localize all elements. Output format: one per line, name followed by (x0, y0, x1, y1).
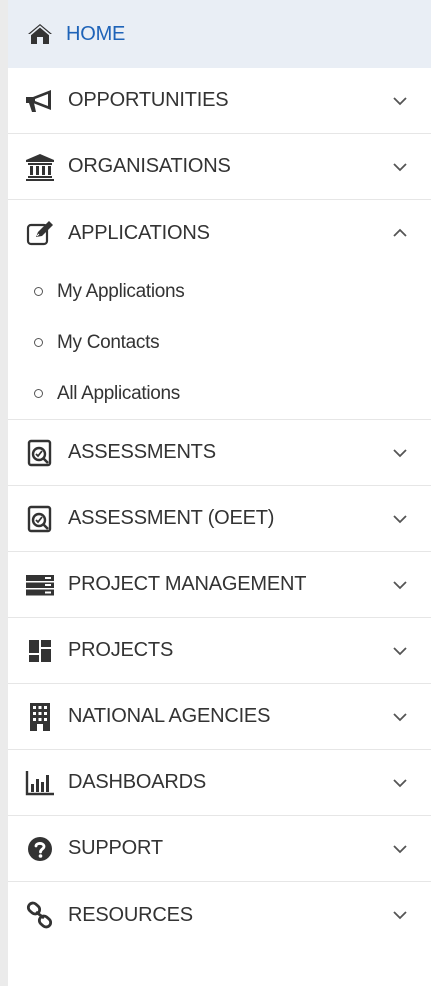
sidebar-item-label: PROJECTS (68, 639, 174, 661)
chevron-down-icon (393, 778, 407, 787)
sidebar-item-label: RESOURCES (68, 903, 193, 926)
submenu-item-my-contacts[interactable]: My Contacts (8, 317, 431, 368)
sidebar-item-label: OPPORTUNITIES (68, 89, 229, 111)
circle-bullet-icon (34, 287, 43, 296)
chevron-down-icon (393, 844, 407, 853)
sidebar-item-label: ASSESSMENTS (68, 441, 216, 463)
submenu-item-label: All Applications (57, 382, 180, 404)
document-search-icon (24, 503, 56, 535)
sidebar-item-dashboards[interactable]: DASHBOARDS (8, 750, 431, 816)
chevron-down-icon (393, 646, 407, 655)
circle-bullet-icon (34, 338, 43, 347)
sidebar-item-label: DASHBOARDS (68, 771, 207, 793)
chevron-down-icon (393, 580, 407, 589)
submenu-item-label: My Applications (57, 280, 185, 302)
server-icon (24, 569, 56, 601)
chevron-down-icon (393, 448, 407, 457)
chevron-down-icon (393, 514, 407, 523)
megaphone-icon (24, 85, 56, 117)
sidebar-item-label: SUPPORT (68, 837, 163, 859)
circle-bullet-icon (34, 389, 43, 398)
sidebar: HOME OPPORTUNITIES ORGANISATIONS APPLICA… (0, 0, 431, 986)
chevron-down-icon (393, 911, 407, 920)
sidebar-item-home[interactable]: HOME (8, 0, 431, 68)
link-icon (24, 899, 56, 931)
sidebar-item-opportunities[interactable]: OPPORTUNITIES (8, 68, 431, 134)
chevron-down-icon (393, 712, 407, 721)
applications-submenu: My Applications My Contacts All Applicat… (8, 266, 431, 420)
sidebar-item-label: ORGANISATIONS (68, 155, 231, 177)
submenu-item-my-applications[interactable]: My Applications (8, 266, 431, 317)
document-search-icon (24, 437, 56, 469)
sidebar-item-organisations[interactable]: ORGANISATIONS (8, 134, 431, 200)
sidebar-item-assessments[interactable]: ASSESSMENTS (8, 420, 431, 486)
sidebar-item-assessment-oeet[interactable]: ASSESSMENT (OEET) (8, 486, 431, 552)
bar-chart-icon (24, 767, 56, 799)
sidebar-item-project-management[interactable]: PROJECT MANAGEMENT (8, 552, 431, 618)
question-circle-icon (24, 833, 56, 865)
chevron-up-icon (393, 228, 407, 237)
sidebar-menu: HOME OPPORTUNITIES ORGANISATIONS APPLICA… (8, 0, 431, 948)
chevron-down-icon (393, 96, 407, 105)
edit-icon (24, 217, 56, 249)
sidebar-edge (0, 0, 8, 986)
bank-icon (24, 151, 56, 183)
sidebar-item-support[interactable]: SUPPORT (8, 816, 431, 882)
chevron-down-icon (393, 162, 407, 171)
submenu-item-all-applications[interactable]: All Applications (8, 368, 431, 419)
sidebar-item-label: PROJECT MANAGEMENT (68, 573, 307, 595)
sidebar-item-resources[interactable]: RESOURCES (8, 882, 431, 948)
sidebar-item-label: ASSESSMENT (OEET) (68, 507, 275, 529)
submenu-item-label: My Contacts (57, 331, 160, 353)
sidebar-item-label: APPLICATIONS (68, 221, 210, 244)
sidebar-item-label: HOME (66, 22, 126, 45)
dashboard-tiles-icon (24, 635, 56, 667)
home-icon (24, 18, 56, 50)
building-icon (24, 701, 56, 733)
sidebar-item-applications[interactable]: APPLICATIONS (8, 200, 431, 266)
sidebar-item-label: NATIONAL AGENCIES (68, 705, 271, 727)
sidebar-item-projects[interactable]: PROJECTS (8, 618, 431, 684)
sidebar-item-national-agencies[interactable]: NATIONAL AGENCIES (8, 684, 431, 750)
